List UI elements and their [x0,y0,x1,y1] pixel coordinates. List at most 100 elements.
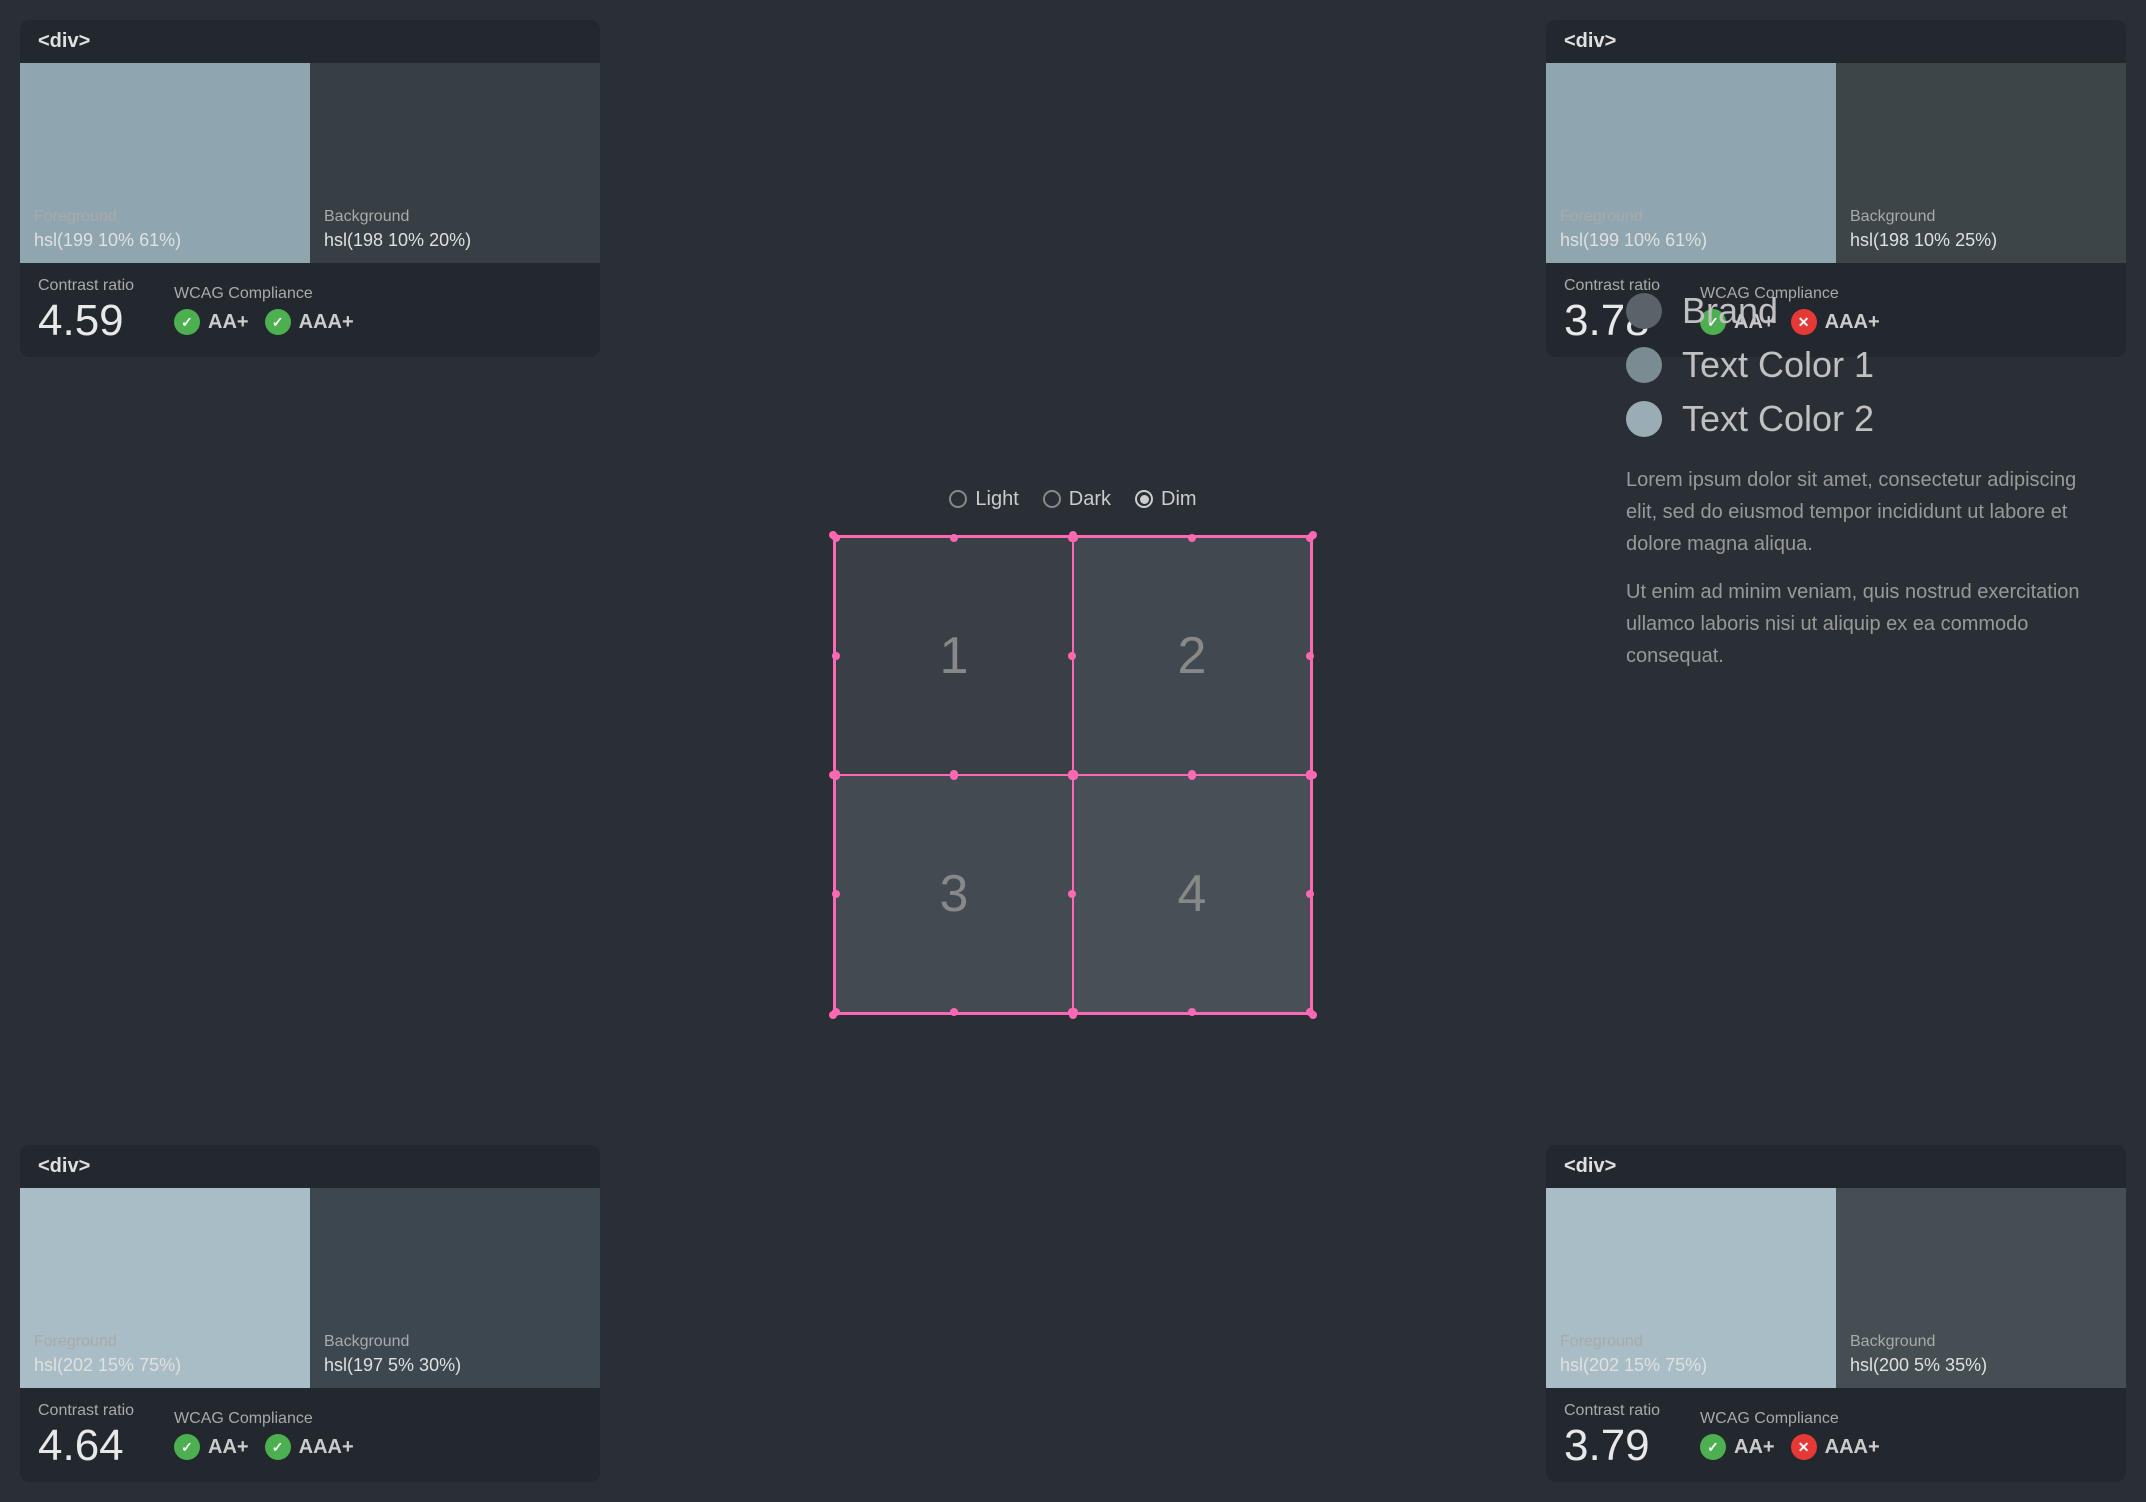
card-bl-footer: Contrast ratio 4.64 WCAG Compliance ✓ AA… [20,1388,600,1482]
badge-br-aa: ✓ AA+ [1700,1434,1775,1460]
radio-dim[interactable]: Dim [1135,488,1197,511]
handle-c2-tl [1070,534,1078,542]
swatch-bl-bg-label: Background [324,1333,586,1351]
wcag-br-label: WCAG Compliance [1700,1410,1880,1428]
handle-c4-mr [1306,890,1314,898]
badge-br-aaa-icon: ✕ [1791,1434,1817,1460]
wcag-tl: WCAG Compliance ✓ AA+ ✓ AAA+ [174,285,354,335]
card-br-footer: Contrast ratio 3.79 WCAG Compliance ✓ AA… [1546,1388,2126,1482]
card-bottom-right: <div> Foreground hsl(202 15% 75%) Backgr… [1546,1145,2126,1482]
layout-grid: 1 2 3 [833,535,1313,1015]
color-swatches-br: Foreground hsl(202 15% 75%) Background h… [1546,1188,2126,1388]
handle-c2-mr [1306,652,1314,660]
handle-c2-tm [1188,534,1196,542]
handle-c4-tm [1188,772,1196,780]
legend-item-text2: Text Color 2 [1626,398,2106,440]
radio-light-circle [949,490,967,508]
swatch-br-bg-value: hsl(200 5% 35%) [1850,1355,2112,1376]
wcag-bl-badges: ✓ AA+ ✓ AAA+ [174,1434,354,1460]
badge-bl-aaa-label: AAA+ [299,1436,354,1459]
radio-dim-label: Dim [1161,488,1197,511]
grid-cell-3: 3 [835,775,1073,1013]
contrast-br: Contrast ratio 3.79 [1564,1402,1660,1468]
swatch-br-fg-label: Foreground [1560,1333,1822,1351]
handle-c3-tl [832,772,840,780]
swatch-bl-fg-value: hsl(202 15% 75%) [34,1355,296,1376]
wcag-br-badges: ✓ AA+ ✕ AAA+ [1700,1434,1880,1460]
handle-c4-tl [1070,772,1078,780]
swatch-bl-fg: Foreground hsl(202 15% 75%) [20,1188,310,1388]
radio-light-label: Light [975,488,1018,511]
card-tl-tag: <div> [20,20,600,63]
lorem-text: Lorem ipsum dolor sit amet, consectetur … [1626,464,2106,672]
badge-br-aa-label: AA+ [1734,1436,1775,1459]
wcag-bl: WCAG Compliance ✓ AA+ ✓ AAA+ [174,1410,354,1460]
swatch-bl-fg-label: Foreground [34,1333,296,1351]
badge-tl-aa: ✓ AA+ [174,309,249,335]
handle-c4-bm [1188,1008,1196,1016]
badge-tl-aaa: ✓ AAA+ [265,309,354,335]
contrast-br-value: 3.79 [1564,1424,1660,1468]
swatch-br-fg-value: hsl(202 15% 75%) [1560,1355,1822,1376]
swatch-br-bg: Background hsl(200 5% 35%) [1836,1188,2126,1388]
contrast-bl-value: 4.64 [38,1424,134,1468]
handle-c2-tr [1306,534,1314,542]
contrast-bl: Contrast ratio 4.64 [38,1402,134,1468]
grid-cell-3-label: 3 [940,864,969,924]
handle-c1-tm [950,534,958,542]
wcag-tl-label: WCAG Compliance [174,285,354,303]
badge-tl-aaa-label: AAA+ [299,311,354,334]
card-bl-tag: <div> [20,1145,600,1188]
grid-cell-2: 2 [1073,537,1311,775]
radio-dim-circle [1135,490,1153,508]
swatch-tl-fg: Foreground hsl(199 10% 61%) [20,63,310,263]
color-swatches-bl: Foreground hsl(202 15% 75%) Background h… [20,1188,600,1388]
swatch-br-bg-label: Background [1850,1333,2112,1351]
right-panel: Brand Text Color 1 Text Color 2 Lorem ip… [1566,0,2146,728]
lorem-p1: Lorem ipsum dolor sit amet, consectetur … [1626,464,2106,560]
badge-bl-aaa: ✓ AAA+ [265,1434,354,1460]
legend-dot-text2 [1626,401,1662,437]
handle-c4-tr [1306,772,1314,780]
swatch-bl-bg: Background hsl(197 5% 30%) [310,1188,600,1388]
radio-dark-label: Dark [1069,488,1111,511]
swatch-tl-fg-value: hsl(199 10% 61%) [34,230,296,251]
grid-cell-1: 1 [835,537,1073,775]
wcag-tl-badges: ✓ AA+ ✓ AAA+ [174,309,354,335]
card-top-left: <div> Foreground hsl(199 10% 61%) Backgr… [20,20,600,357]
swatch-tl-fg-label: Foreground [34,208,296,226]
radio-dark[interactable]: Dark [1043,488,1111,511]
contrast-bl-label: Contrast ratio [38,1402,134,1420]
badge-tl-aa-icon: ✓ [174,309,200,335]
contrast-br-label: Contrast ratio [1564,1402,1660,1420]
grid-cell-4: 4 [1073,775,1311,1013]
handle-c4-bl [1070,1008,1078,1016]
legend-item-brand: Brand [1626,290,2106,332]
handle-c3-bl [832,1008,840,1016]
card-tl-footer: Contrast ratio 4.59 WCAG Compliance ✓ AA… [20,263,600,357]
swatch-br-fg: Foreground hsl(202 15% 75%) [1546,1188,1836,1388]
legend-item-text1: Text Color 1 [1626,344,2106,386]
swatch-bl-bg-value: hsl(197 5% 30%) [324,1355,586,1376]
legend-label-text1: Text Color 1 [1682,344,1874,386]
wcag-bl-label: WCAG Compliance [174,1410,354,1428]
card-bottom-left: <div> Foreground hsl(202 15% 75%) Backgr… [20,1145,600,1482]
handle-c1-mr [1068,652,1076,660]
legend-label-brand: Brand [1682,290,1778,332]
grid-wrapper: 1 2 3 [833,535,1313,1015]
legend-label-text2: Text Color 2 [1682,398,1874,440]
theme-radio-group: Light Dark Dim [949,488,1196,511]
grid-cell-4-label: 4 [1178,864,1207,924]
badge-br-aaa: ✕ AAA+ [1791,1434,1880,1460]
badge-bl-aa-icon: ✓ [174,1434,200,1460]
contrast-tl-value: 4.59 [38,299,134,343]
radio-light[interactable]: Light [949,488,1018,511]
contrast-tl: Contrast ratio 4.59 [38,277,134,343]
center-panel: Light Dark Dim [620,0,1526,1502]
handle-c1-tl [832,534,840,542]
swatch-tl-bg-label: Background [324,208,586,226]
badge-br-aa-icon: ✓ [1700,1434,1726,1460]
badge-tl-aa-label: AA+ [208,311,249,334]
handle-c4-br [1306,1008,1314,1016]
card-br-tag: <div> [1546,1145,2126,1188]
